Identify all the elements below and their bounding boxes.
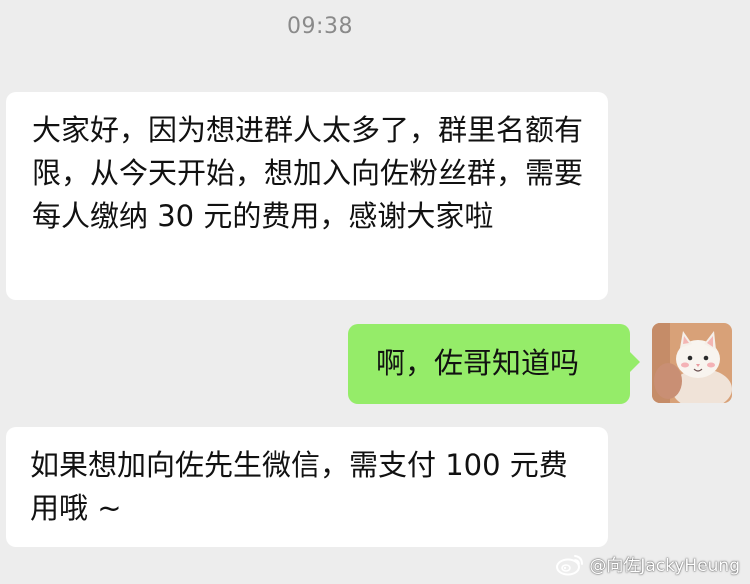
message-timestamp: 09:38 [287, 14, 353, 39]
cat-avatar-icon [652, 323, 732, 403]
incoming-message-bubble[interactable]: 如果想加向佐先生微信，需支付 100 元费用哦 ~ [6, 427, 608, 547]
weibo-logo-icon [556, 554, 584, 575]
watermark-text: @向佐JackyHeung [589, 556, 740, 576]
watermark: @向佐JackyHeung [555, 551, 740, 576]
message-text: 如果想加向佐先生微信，需支付 100 元费用哦 ~ [30, 448, 568, 525]
message-text: 大家好，因为想进群人太多了，群里名额有限，从今天开始，想加入向佐粉丝群，需要每人… [32, 113, 584, 233]
incoming-message-bubble[interactable]: 大家好，因为想进群人太多了，群里名额有限，从今天开始，想加入向佐粉丝群，需要每人… [6, 92, 608, 300]
outgoing-message-bubble[interactable]: 啊，佐哥知道吗 [348, 324, 640, 404]
user-avatar[interactable] [652, 323, 732, 403]
message-text: 啊，佐哥知道吗 [376, 346, 580, 380]
